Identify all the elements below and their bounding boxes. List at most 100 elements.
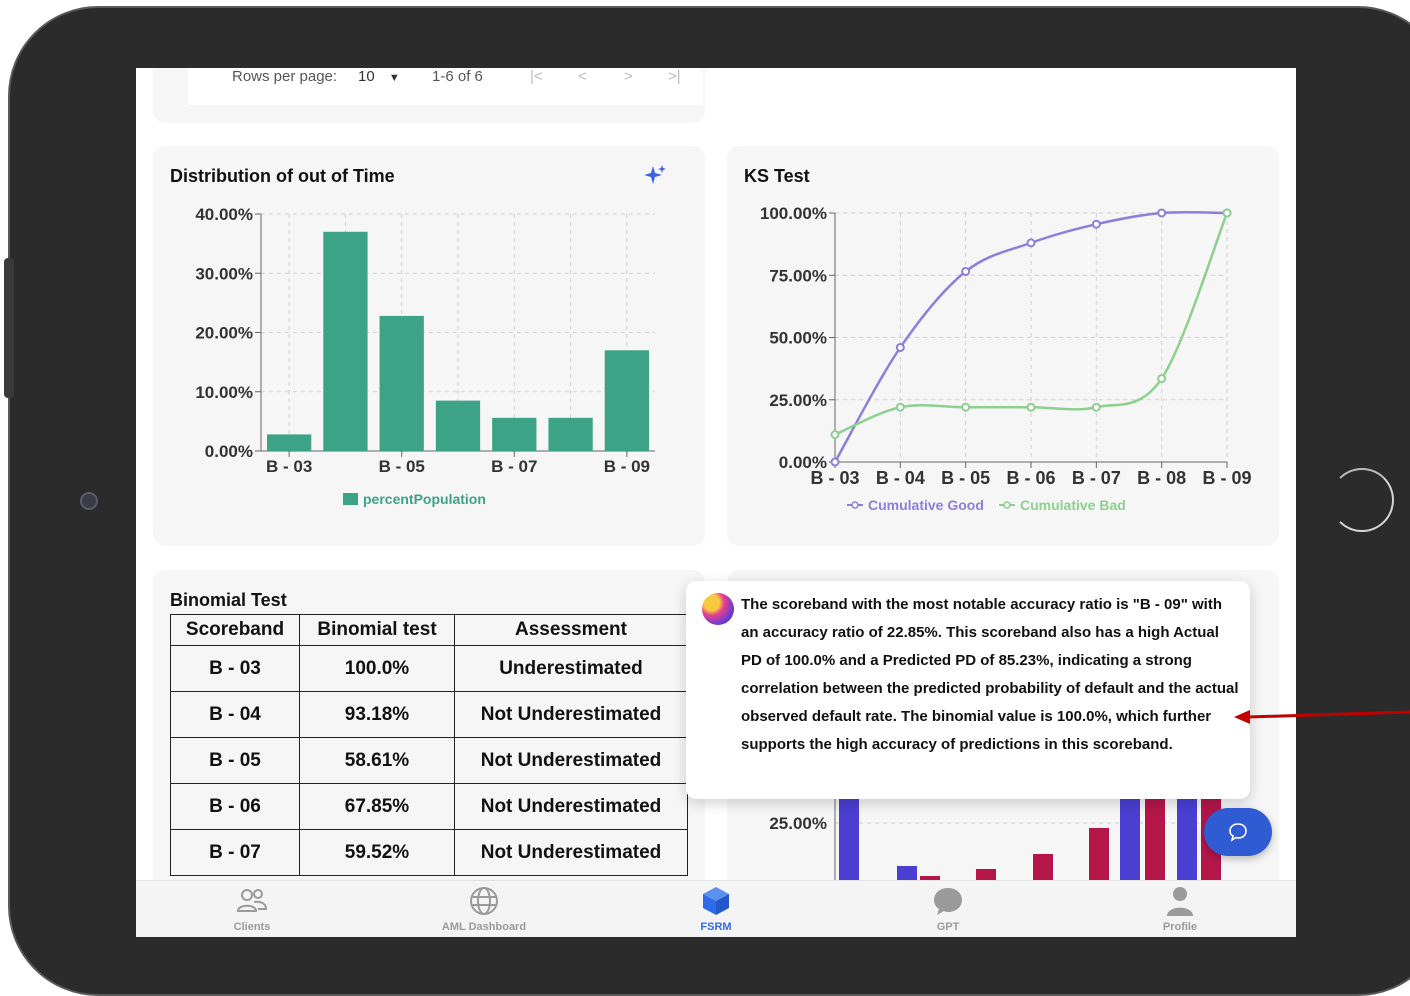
caret-down-icon: ▼ — [388, 72, 400, 84]
next-page-icon[interactable]: > — [624, 68, 633, 85]
cell-binomial: 59.52% — [299, 829, 455, 876]
legend-swatch — [343, 493, 358, 505]
table-row: B - 07 59.52% Not Underestimated — [170, 829, 688, 876]
y-tick-label: 0.00% — [205, 442, 253, 461]
y-tick-label: 75.00% — [769, 266, 827, 285]
legend-label: percentPopulation — [363, 491, 486, 507]
cell-scoreband: B - 07 — [170, 829, 300, 876]
nav-gpt-label: GPT — [936, 921, 960, 933]
binomial-title: Binomial Test — [170, 590, 287, 610]
legend-marker — [1003, 501, 1011, 509]
distribution-chart: 0.00% 10.00% 20.00% 30.00% 40.00% B - 03 B - 0… — [195, 205, 655, 507]
table-row: B - 04 93.18% Not Underestimated — [170, 691, 688, 738]
legend-label: Cumulative Good — [868, 497, 984, 513]
cell-binomial: 67.85% — [299, 783, 455, 830]
legend-label: Cumulative Bad — [1020, 497, 1126, 513]
bottom-navigation: Clients AML Dashboard FSRM GPT Profile — [136, 880, 1296, 937]
bar — [435, 400, 481, 451]
x-tick-label: B - 03 — [266, 457, 312, 476]
y-tick-label: 40.00% — [195, 205, 253, 224]
chat-fab-button[interactable] — [1204, 808, 1272, 856]
x-tick-label: B - 08 — [1137, 468, 1186, 488]
ks-chart: 0.00%25.00%50.00%75.00%100.00%B - 03 B - … — [760, 204, 1252, 513]
pagination-range: 1-6 of 6 — [432, 68, 483, 85]
top-table-card: Rows per page: 10 ▼ 1-6 of 6 |< < > >| — [153, 68, 705, 123]
y-tick-label: 25.00% — [769, 814, 827, 833]
nav-clients-label: Clients — [233, 921, 271, 933]
data-point — [1026, 402, 1036, 412]
data-point — [1157, 374, 1167, 384]
tablet-camera — [80, 492, 98, 510]
x-tick-label: B - 03 — [810, 468, 859, 488]
cell-assessment: Not Underestimated — [454, 783, 688, 830]
sparkle-icon[interactable] — [643, 164, 667, 188]
last-page-icon[interactable]: >| — [668, 68, 681, 85]
data-point — [961, 267, 971, 277]
person-icon — [1167, 887, 1193, 916]
data-point — [1091, 219, 1101, 229]
x-tick-label: B - 07 — [491, 457, 537, 476]
x-tick-label: B - 05 — [941, 468, 990, 488]
x-tick-label: B - 04 — [876, 468, 925, 488]
table-row: B - 03 100.0% Underestimated — [170, 645, 688, 692]
legend-marker — [851, 501, 859, 509]
distribution-card: Distribution of out of Time 0.00% 10.00% 2… — [153, 146, 705, 546]
ai-insight-text: The scoreband with the most notable accu… — [741, 596, 1239, 753]
y-tick-label: 25.00% — [769, 391, 827, 410]
table-row: B - 06 67.85% Not Underestimated — [170, 783, 688, 830]
nav-profile[interactable]: Profile — [1110, 881, 1250, 937]
header-assessment: Assessment — [454, 614, 688, 646]
header-binomial: Binomial test — [299, 614, 455, 646]
nav-clients[interactable]: Clients — [182, 881, 322, 937]
x-tick-label: B - 09 — [1202, 468, 1251, 488]
nav-aml-label: AML Dashboard — [441, 921, 527, 933]
cell-assessment: Not Underestimated — [454, 737, 688, 784]
data-point — [830, 457, 840, 467]
chat-bubble-icon — [934, 888, 962, 915]
x-tick-label: B - 07 — [1072, 468, 1121, 488]
y-tick-label: 30.00% — [195, 264, 253, 283]
table-pagination: Rows per page: 10 ▼ 1-6 of 6 |< < > >| — [188, 68, 703, 105]
nav-aml-dashboard[interactable]: AML Dashboard — [414, 881, 554, 937]
data-point — [1222, 208, 1232, 218]
cell-assessment: Underestimated — [454, 645, 688, 692]
globe-icon — [470, 887, 498, 915]
cell-binomial: 100.0% — [299, 645, 455, 692]
rows-per-page-select[interactable]: 10 ▼ — [358, 68, 400, 85]
nav-fsrm[interactable]: FSRM — [646, 881, 786, 937]
tablet-home-ring — [1330, 468, 1394, 532]
annotation-arrow — [1234, 710, 1410, 724]
x-tick-label: B - 06 — [1006, 468, 1055, 488]
cell-assessment: Not Underestimated — [454, 691, 688, 738]
cube-icon — [703, 887, 729, 915]
bar — [604, 350, 649, 451]
bar — [492, 417, 537, 451]
cell-binomial: 93.18% — [299, 691, 455, 738]
data-point — [1026, 238, 1036, 248]
y-tick-label: 100.00% — [760, 204, 827, 223]
first-page-icon[interactable]: |< — [530, 68, 543, 85]
table-row: B - 05 58.61% Not Underestimated — [170, 737, 688, 784]
chat-icon — [1229, 823, 1247, 842]
ks-title: KS Test — [744, 166, 810, 186]
x-tick-label: B - 05 — [379, 457, 425, 476]
binomial-card: Binomial Test Scoreband Binomial test As… — [153, 570, 705, 900]
table-header-row: Scoreband Binomial test Assessment — [170, 614, 688, 646]
cell-scoreband: B - 06 — [170, 783, 300, 830]
y-tick-label: 50.00% — [769, 329, 827, 348]
cell-scoreband: B - 05 — [170, 737, 300, 784]
header-scoreband: Scoreband — [170, 614, 300, 646]
data-point — [1157, 208, 1167, 218]
cell-binomial: 58.61% — [299, 737, 455, 784]
bar — [379, 315, 424, 451]
data-point — [895, 342, 905, 352]
nav-gpt[interactable]: GPT — [878, 881, 1018, 937]
data-point — [1091, 402, 1101, 412]
bar — [323, 231, 368, 451]
ks-card: KS Test 0.00% 25.00% 50.00% 75.00% 100.00% B … — [727, 146, 1279, 546]
bar — [267, 434, 312, 451]
prev-page-icon[interactable]: < — [578, 68, 587, 85]
x-tick-label: B - 09 — [604, 457, 650, 476]
binomial-table: Scoreband Binomial test Assessment B - 0… — [170, 614, 688, 876]
app-screen: Rows per page: 10 ▼ 1-6 of 6 |< < > >| D… — [136, 68, 1296, 937]
